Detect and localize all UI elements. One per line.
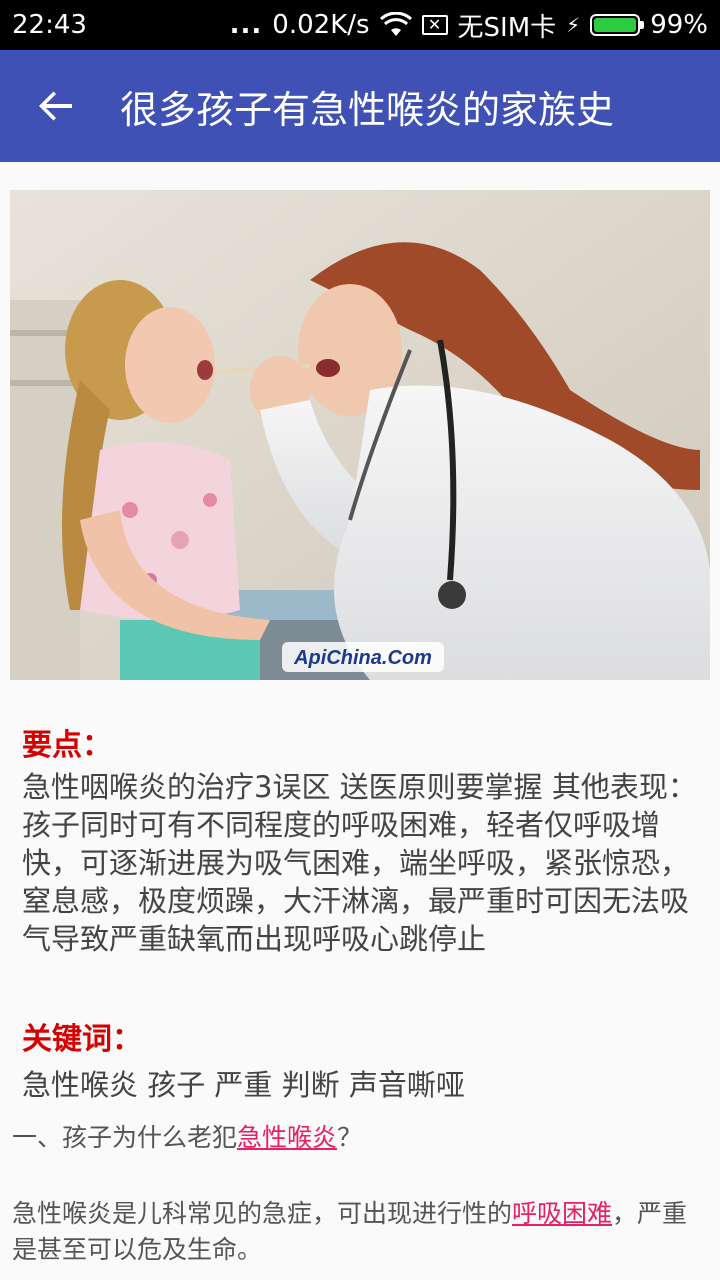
keywords-section: 关键词： 急性喉炎 孩子 严重 判断 声音嘶哑: [22, 1014, 702, 1104]
status-right: ... 0.02K/s ✕ 无SIM卡 ⚡ 99%: [230, 7, 708, 44]
summary-label: 要点：: [22, 728, 112, 763]
link-acute-laryngitis[interactable]: 急性喉炎: [237, 1123, 337, 1152]
hero-image: ApiChina.Com: [10, 190, 710, 680]
back-button[interactable]: [0, 50, 112, 162]
question-prefix: 一、孩子为什么老犯: [12, 1123, 238, 1152]
page-title: 很多孩子有急性喉炎的家族史: [120, 87, 615, 132]
summary-text: 急性咽喉炎的治疗3误区 送医原则要掌握 其他表现：孩子同时可有不同程度的呼吸困难…: [22, 770, 697, 956]
paragraph-1: 急性喉炎是儿科常见的急症，可出现进行性的呼吸困难，严重是甚至可以危及生命。: [12, 1196, 712, 1268]
sim-status: 无SIM卡: [457, 12, 557, 43]
paragraph-prefix: 急性喉炎是儿科常见的急症，可出现进行性的: [12, 1199, 513, 1228]
app-toolbar: 很多孩子有急性喉炎的家族史: [0, 50, 720, 162]
status-bar: 22:43 ... 0.02K/s ✕ 无SIM卡 ⚡ 99%: [0, 0, 720, 50]
no-sim-icon: ✕: [421, 15, 448, 35]
status-time: 22:43: [12, 10, 87, 40]
arrow-left-icon: [39, 91, 72, 121]
watermark-text: ApiChina.Com: [293, 647, 432, 669]
battery-icon: [590, 14, 645, 36]
question-suffix: ？: [337, 1123, 363, 1152]
link-dyspnea[interactable]: 呼吸困难: [512, 1199, 612, 1228]
battery-percent: 99%: [650, 10, 708, 40]
question-heading: 一、孩子为什么老犯急性喉炎？: [12, 1120, 712, 1156]
keywords-text: 急性喉炎 孩子 严重 判断 声音嘶哑: [22, 1068, 465, 1102]
wifi-icon: [379, 12, 412, 36]
charging-bolt-icon: ⚡: [566, 13, 581, 37]
network-speed: 0.02K/s: [272, 10, 370, 40]
keywords-label: 关键词：: [22, 1022, 142, 1057]
summary-section: 要点： 急性咽喉炎的治疗3误区 送医原则要掌握 其他表现：孩子同时可有不同程度的…: [22, 720, 702, 958]
status-dots: ...: [229, 10, 263, 40]
doctor-child-photo: ApiChina.Com: [10, 190, 710, 680]
